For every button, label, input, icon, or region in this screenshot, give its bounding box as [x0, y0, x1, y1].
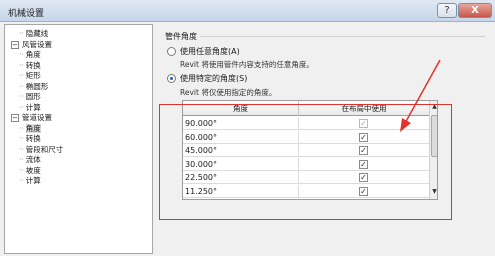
- use-specific-angle-label[interactable]: 使用特定的角度(S): [180, 73, 247, 84]
- tree-item[interactable]: ·· 圆形: [19, 92, 41, 102]
- tree-connector-icon: ··: [19, 60, 24, 70]
- use-specific-angle-radio[interactable]: [167, 74, 176, 83]
- tree-item-label: 角度: [25, 123, 41, 133]
- tree-connector-icon: ··: [19, 165, 24, 175]
- tree-item-label: 转换: [25, 134, 41, 143]
- help-button[interactable]: ?: [437, 3, 457, 18]
- tree-item-label: 风管设置: [22, 39, 52, 49]
- collapse-icon[interactable]: −: [11, 40, 19, 49]
- collapse-icon[interactable]: −: [11, 114, 19, 122]
- tree-connector-icon: ··: [19, 92, 24, 101]
- tree-item[interactable]: ·· 计算: [19, 103, 41, 113]
- tree-connector-icon: ··: [19, 50, 24, 59]
- tree-connector-icon: ··: [19, 71, 24, 80]
- title-bar: 机械设置 ? X: [0, 0, 495, 22]
- use-any-angle-description: Revit 将使用管件内容支持的任意角度。: [180, 60, 314, 69]
- tree-item[interactable]: − 风管设置: [11, 40, 52, 50]
- tree-item-label: 矩形: [25, 71, 41, 80]
- tree-item[interactable]: ·· 隐藏线: [19, 29, 48, 39]
- use-any-angle-label[interactable]: 使用任意角度(A): [180, 46, 240, 57]
- tree-item[interactable]: − 管道设置: [11, 113, 52, 123]
- tree-item-label: 计算: [25, 102, 41, 112]
- tree-connector-icon: ··: [19, 176, 24, 185]
- fitting-angle-group-label: 管件角度: [165, 32, 197, 41]
- tree-connector-icon: ··: [19, 102, 24, 112]
- tree-connector-icon: ··: [19, 144, 24, 154]
- tree-connector-icon: ··: [19, 81, 24, 91]
- tree-item-label: 圆形: [25, 92, 41, 101]
- annotation-arrow-icon: [400, 59, 441, 132]
- settings-tree[interactable]: ·· 隐藏线 − 风管设置 ·· 角度 ·· 转换 ·· 矩形 ·· 椭圆形 ·· 圆形 ·· 计算 − 管道设置…: [4, 24, 153, 254]
- tree-connector-icon: ··: [19, 29, 24, 38]
- tree-item-label: 计算: [25, 176, 41, 185]
- tree-item-label: 流体: [25, 155, 41, 164]
- tree-item-label: 椭圆形: [25, 81, 49, 91]
- window-title: 机械设置: [8, 9, 45, 19]
- use-any-angle-radio[interactable]: [167, 47, 176, 56]
- tree-item-label: 坡度: [25, 165, 41, 175]
- tree-item[interactable]: ·· 流体: [19, 155, 41, 165]
- close-button[interactable]: X: [458, 3, 492, 18]
- group-divider: [200, 36, 485, 37]
- tree-item-label: 角度: [25, 50, 41, 59]
- tree-item[interactable]: ·· 管段和尺寸: [19, 145, 63, 155]
- tree-item-label: 转换: [25, 60, 41, 70]
- tree-item[interactable]: ·· 角度: [19, 50, 41, 60]
- tree-item[interactable]: ·· 转换: [19, 61, 41, 71]
- tree-item-label: 管道设置: [22, 113, 52, 122]
- use-specific-angle-description: Revit 将仅使用指定的角度。: [180, 88, 277, 97]
- tree-item[interactable]: ·· 角度: [19, 123, 41, 134]
- tree-connector-icon: ··: [19, 134, 24, 143]
- tree-item[interactable]: ·· 坡度: [19, 166, 41, 176]
- tree-item[interactable]: ·· 转换: [19, 134, 41, 144]
- tree-connector-icon: ··: [19, 155, 24, 164]
- tree-item-label: 隐藏线: [25, 29, 49, 38]
- tree-item-label: 管段和尺寸: [25, 144, 64, 154]
- tree-item[interactable]: ·· 矩形: [19, 71, 41, 81]
- tree-item[interactable]: ·· 计算: [19, 176, 41, 186]
- tree-connector-icon: ··: [19, 123, 24, 133]
- tree-item[interactable]: ·· 椭圆形: [19, 82, 48, 92]
